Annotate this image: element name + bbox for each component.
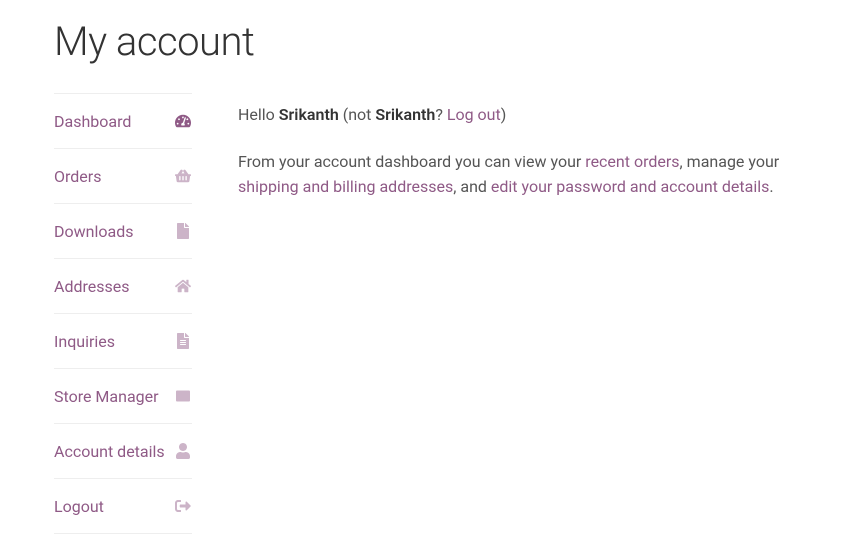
sidebar-item-store-manager[interactable]: Store Manager [54, 369, 192, 423]
addresses-link[interactable]: shipping and billing addresses [238, 177, 453, 196]
page-title: My account [54, 18, 839, 65]
sidebar-item-label: Addresses [54, 277, 130, 296]
sidebar-item-label: Store Manager [54, 387, 159, 406]
greeting-not-name: Srikanth [375, 105, 435, 124]
greeting-text: Hello Srikanth (not Srikanth? Log out) [238, 103, 839, 128]
logout-link[interactable]: Log out [447, 105, 501, 124]
account-sidebar: Dashboard Orders Downloads [54, 93, 192, 534]
sidebar-item-label: Downloads [54, 222, 133, 241]
intro-part3: , and [453, 177, 491, 196]
greeting-hello: Hello [238, 105, 279, 124]
sidebar-item-label: Orders [54, 167, 101, 186]
account-details-link[interactable]: edit your password and account details [491, 177, 769, 196]
recent-orders-link[interactable]: recent orders [585, 152, 679, 171]
dashboard-icon [174, 112, 192, 130]
greeting-question: ? [435, 105, 447, 124]
store-icon [174, 387, 192, 405]
sidebar-item-label: Account details [54, 442, 165, 461]
sidebar-item-dashboard[interactable]: Dashboard [54, 94, 192, 148]
sidebar-item-orders[interactable]: Orders [54, 149, 192, 203]
sidebar-item-label: Dashboard [54, 112, 131, 131]
intro-part4: . [769, 177, 773, 196]
greeting-close: ) [501, 105, 507, 124]
account-content: Hello Srikanth (not Srikanth? Log out) F… [238, 93, 839, 534]
intro-part2: , manage your [680, 152, 780, 171]
greeting-name: Srikanth [279, 105, 339, 124]
intro-part1: From your account dashboard you can view… [238, 152, 585, 171]
sidebar-item-inquiries[interactable]: Inquiries [54, 314, 192, 368]
sidebar-item-logout[interactable]: Logout [54, 479, 192, 533]
user-icon [174, 442, 192, 460]
sidebar-item-label: Inquiries [54, 332, 115, 351]
sidebar-item-downloads[interactable]: Downloads [54, 204, 192, 258]
greeting-not-prefix: (not [339, 105, 376, 124]
logout-icon [174, 497, 192, 515]
basket-icon [174, 167, 192, 185]
sidebar-item-addresses[interactable]: Addresses [54, 259, 192, 313]
intro-text: From your account dashboard you can view… [238, 150, 839, 200]
file-alt-icon [174, 332, 192, 350]
sidebar-item-account-details[interactable]: Account details [54, 424, 192, 478]
file-icon [174, 222, 192, 240]
sidebar-item-label: Logout [54, 497, 104, 516]
home-icon [174, 277, 192, 295]
